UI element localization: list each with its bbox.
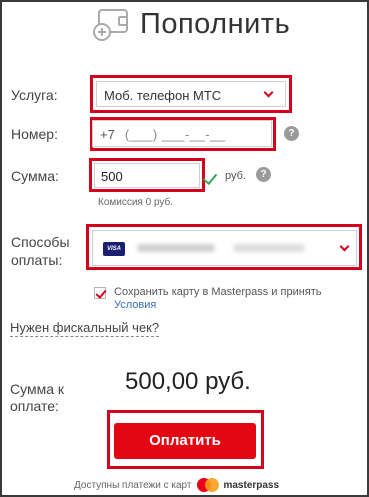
sum-input[interactable]: 500 bbox=[94, 163, 200, 188]
mastercard-logo-icon bbox=[197, 478, 220, 492]
visa-card-icon: VISA bbox=[103, 242, 125, 256]
footer-text: Доступны платежи с карт bbox=[74, 479, 192, 491]
phone-input[interactable]: +7 (___) ___-__-__ bbox=[92, 120, 272, 147]
footer: Доступны платежи с карт masterpass bbox=[74, 478, 279, 492]
service-label: Услуга: bbox=[11, 87, 58, 103]
save-card-label: Сохранить карту в Masterpass и принять bbox=[114, 286, 322, 298]
masked-card-number bbox=[137, 244, 215, 252]
masked-card-name bbox=[233, 244, 305, 252]
phone-prefix: +7 bbox=[100, 127, 115, 142]
total-label: Сумма к оплате: bbox=[10, 381, 65, 414]
page-title: Пополнить bbox=[140, 7, 291, 40]
terms-link[interactable]: Условия bbox=[114, 299, 156, 311]
page-header: Пополнить bbox=[92, 4, 290, 44]
payment-method-select[interactable]: VISA bbox=[92, 230, 357, 266]
help-icon[interactable]: ? bbox=[256, 167, 271, 182]
total-amount: 500,00 руб. bbox=[125, 368, 251, 395]
sum-label: Сумма: bbox=[11, 168, 59, 184]
service-select-value: Моб. телефон МТС bbox=[104, 88, 222, 103]
currency-label: руб. bbox=[225, 170, 246, 182]
pay-button[interactable]: Оплатить bbox=[114, 423, 256, 459]
sum-value: 500 bbox=[101, 169, 123, 184]
phone-label: Номер: bbox=[11, 126, 58, 142]
save-card-checkbox[interactable] bbox=[94, 287, 106, 299]
masterpass-brand: masterpass bbox=[223, 479, 280, 491]
payment-methods-label: Способы оплаты: bbox=[11, 234, 70, 268]
chevron-down-icon bbox=[263, 87, 274, 98]
service-select[interactable]: Моб. телефон МТС bbox=[96, 81, 286, 107]
commission-text: Комиссия 0 руб. bbox=[98, 197, 174, 208]
fiscal-receipt-link[interactable]: Нужен фискальный чек? bbox=[10, 320, 160, 337]
chevron-down-icon bbox=[339, 241, 350, 252]
wallet-add-icon bbox=[93, 9, 128, 41]
phone-mask: (___) ___-__-__ bbox=[124, 127, 226, 142]
save-card-text: Сохранить карту в Masterpass и принять У… bbox=[114, 286, 334, 312]
help-icon[interactable]: ? bbox=[284, 126, 299, 141]
